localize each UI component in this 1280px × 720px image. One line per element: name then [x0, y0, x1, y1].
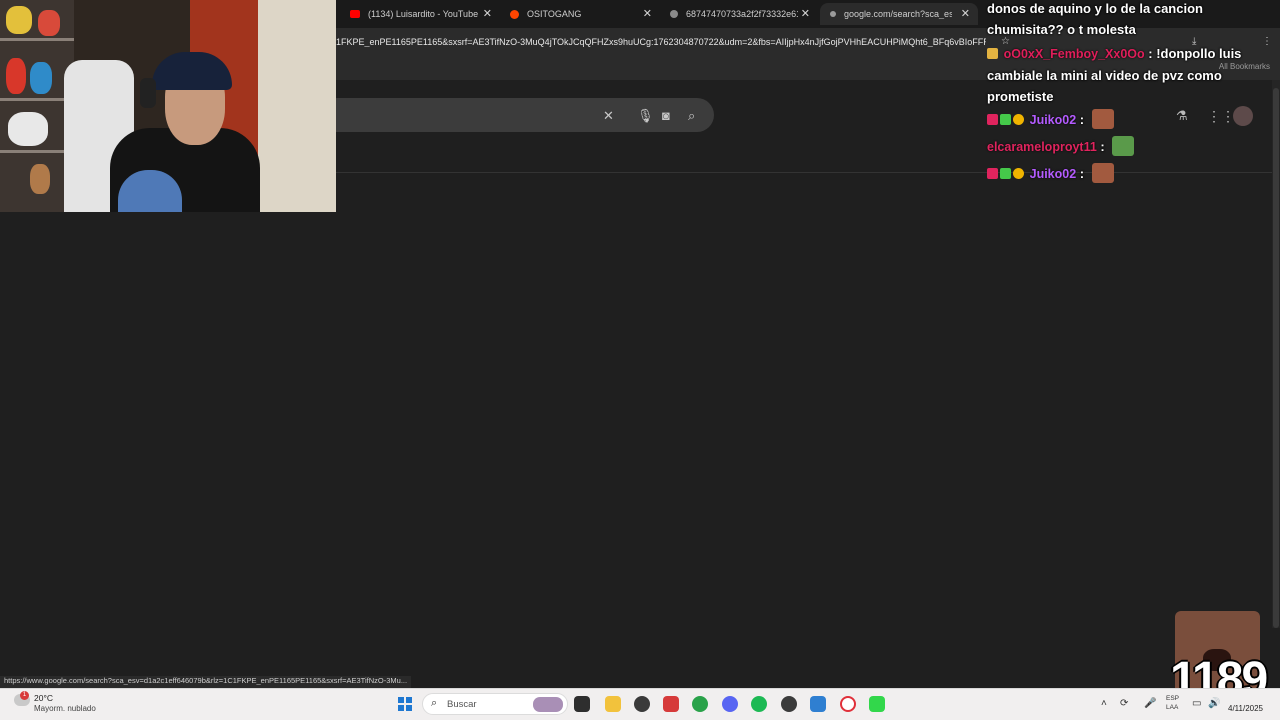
wall — [258, 0, 336, 212]
steam-icon[interactable] — [781, 696, 797, 712]
language-indicator[interactable]: ESP LAA — [1166, 694, 1179, 712]
clock-date[interactable]: 4/11/2025 — [1228, 704, 1263, 713]
tab-title: OSITOGANG — [527, 9, 582, 19]
chat-separator: : — [1076, 112, 1085, 127]
kick-icon[interactable] — [869, 696, 885, 712]
chat-separator: : — [1096, 139, 1105, 154]
google-icon — [830, 11, 836, 17]
youtube-icon — [350, 10, 360, 18]
gift-badge-icon — [1013, 114, 1024, 125]
spotify-icon[interactable] — [751, 696, 767, 712]
volume-icon[interactable]: 🔊 — [1208, 698, 1220, 709]
file-explorer-icon[interactable] — [605, 696, 621, 712]
diamond-badge-icon — [1000, 168, 1011, 179]
notepad-icon[interactable] — [810, 696, 826, 712]
chat-separator: : — [1076, 166, 1085, 181]
network-icon[interactable]: ▭ — [1192, 698, 1201, 709]
chat-message: Juiko02 : — [987, 163, 1279, 185]
crown-badge-icon — [987, 48, 998, 59]
gift-badge-icon — [1013, 168, 1024, 179]
toy-shelf — [0, 0, 74, 212]
chrome-icon[interactable] — [692, 696, 708, 712]
search-highlight-image — [533, 697, 563, 712]
globe-icon — [670, 10, 678, 18]
chat-text: donos de aquino y lo de la cancion chumi… — [987, 1, 1203, 37]
notification-badge: 1 — [20, 691, 29, 700]
discord-icon[interactable] — [722, 696, 738, 712]
address-bar[interactable]: 1FKPE_enPE1165PE1165&sxsrf=AE3TifNzO-3Mu… — [336, 37, 986, 47]
emote-face-icon — [1091, 109, 1114, 129]
chevron-up-icon[interactable]: ˄ — [1101, 698, 1107, 709]
chat-message: elcarameloproyt11 : — [987, 136, 1279, 158]
tab-google-search[interactable]: google.com/search?sca_esv=d ✕ — [820, 3, 978, 25]
app-red-icon[interactable] — [663, 696, 679, 712]
update-icon[interactable]: ⟳ — [1120, 698, 1128, 709]
lens-icon[interactable]: ◙ — [662, 108, 670, 123]
chat-message: donos de aquino y lo de la cancion chumi… — [987, 0, 1279, 40]
reddit-icon — [510, 9, 519, 19]
temperature: 20°C — [34, 693, 53, 703]
search-placeholder: Buscar — [447, 699, 477, 710]
emote-frog-icon — [1112, 136, 1135, 156]
close-icon[interactable]: ✕ — [801, 7, 810, 20]
layout-code: LAA — [1166, 704, 1179, 711]
opera-icon[interactable] — [840, 696, 856, 712]
close-icon[interactable]: ✕ — [483, 7, 492, 20]
emote-face-icon — [1091, 163, 1114, 183]
close-icon[interactable]: ✕ — [961, 7, 970, 20]
tab-image[interactable]: 68747470733a2f2f73332e616d ✕ — [660, 3, 818, 25]
tab-title: (1134) Luisardito - YouTube — [368, 9, 479, 19]
chat-message: oO0xX_Femboy_Xx0Oo : !donpollo luis camb… — [987, 43, 1279, 107]
clear-icon[interactable]: ✕ — [603, 108, 614, 124]
close-icon[interactable]: ✕ — [643, 7, 652, 20]
taskbar-search[interactable]: ⌕ Buscar — [422, 693, 568, 715]
tab-title: 68747470733a2f2f73332e616d — [686, 9, 798, 19]
tab-youtube[interactable]: (1134) Luisardito - YouTube ✕ — [340, 3, 500, 25]
search-icon[interactable]: ⌕ — [688, 108, 695, 124]
microphone-icon[interactable]: 🎙 — [637, 108, 654, 124]
language-code: ESP — [1166, 695, 1180, 702]
chat-message: Juiko02 : — [987, 109, 1279, 131]
search-input[interactable] — [320, 98, 714, 132]
search-icon: ⌕ — [431, 697, 438, 709]
subscriber-badge-icon — [987, 168, 998, 179]
status-url: https://www.google.com/search?sca_esv=d1… — [0, 676, 412, 688]
diamond-badge-icon — [1000, 114, 1011, 125]
tab-ositogang[interactable]: OSITOGANG ✕ — [500, 3, 660, 25]
webcam-overlay — [0, 0, 336, 212]
chat-username[interactable]: Juiko02 — [1030, 113, 1077, 127]
task-view-icon[interactable] — [574, 696, 590, 712]
windows-start-icon[interactable] — [398, 697, 412, 711]
subscriber-badge-icon — [987, 114, 998, 125]
headset — [140, 78, 156, 108]
tab-title: google.com/search?sca_esv=d — [844, 9, 952, 19]
microphone-icon[interactable]: 🎤 — [1144, 698, 1156, 709]
obs-icon[interactable] — [634, 696, 650, 712]
weather-condition: Mayorm. nublado — [34, 704, 96, 713]
screen: { "browser": { "tabs": [ {"title": "(113… — [0, 0, 1280, 720]
chat-username[interactable]: Juiko02 — [1030, 167, 1077, 181]
chat-username[interactable]: elcarameloproyt11 — [987, 140, 1097, 154]
chat-username[interactable]: oO0xX_Femboy_Xx0Oo — [1004, 47, 1145, 61]
